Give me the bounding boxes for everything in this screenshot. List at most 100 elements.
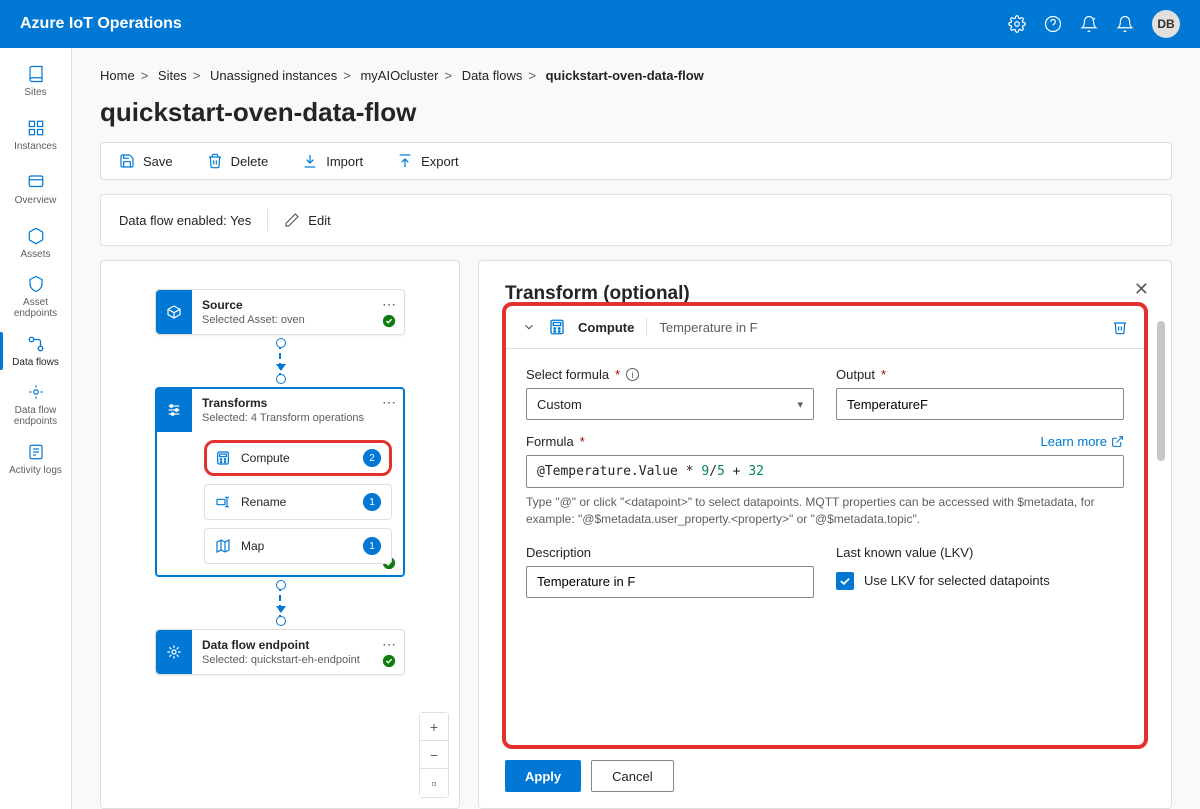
child-label: Rename: [241, 495, 353, 509]
sparkle-bell-icon[interactable]: [1080, 15, 1098, 33]
trash-icon: [207, 153, 223, 169]
page-title: quickstart-oven-data-flow: [100, 97, 1172, 128]
transform-children: Compute 2 Rename 1 Map 1: [156, 432, 404, 576]
close-icon[interactable]: ✕: [1134, 279, 1149, 300]
help-icon[interactable]: [1044, 15, 1062, 33]
output-input[interactable]: [836, 388, 1124, 420]
app-title: Azure IoT Operations: [20, 15, 182, 33]
flow-canvas[interactable]: Source Selected Asset: oven ⋯ Transforms: [100, 260, 460, 809]
map-icon: [215, 538, 231, 554]
learn-more-link[interactable]: Learn more: [1041, 434, 1124, 449]
nav-label: Activity logs: [9, 465, 62, 476]
logs-icon: [27, 443, 45, 461]
nav-data-flow-endpoints[interactable]: Data flow endpoints: [0, 378, 71, 432]
node-subtitle: Selected Asset: oven: [202, 314, 394, 326]
gear-icon[interactable]: [1008, 15, 1026, 33]
lkv-checkbox-row[interactable]: Use LKV for selected datapoints: [836, 572, 1124, 590]
node-subtitle: Selected: 4 Transform operations: [202, 412, 394, 424]
chevron-down-icon[interactable]: [522, 320, 536, 334]
child-label: Map: [241, 539, 353, 553]
select-formula-dropdown[interactable]: Custom ▾: [526, 388, 814, 420]
formula-hint: Type "@" or click "<datapoint>" to selec…: [526, 494, 1124, 529]
lkv-heading: Last known value (LKV): [836, 545, 1124, 560]
edit-button[interactable]: Edit: [284, 212, 330, 228]
crumb-unassigned[interactable]: Unassigned instances: [210, 68, 337, 83]
section-header[interactable]: Compute Temperature in F: [506, 306, 1144, 349]
more-icon[interactable]: ⋯: [382, 296, 396, 313]
flow-icon: [27, 335, 45, 353]
child-map[interactable]: Map 1: [204, 528, 392, 564]
node-title: Data flow endpoint: [202, 638, 394, 652]
nav-label: Sites: [24, 87, 46, 98]
crumb-cluster[interactable]: myAIOcluster: [360, 68, 438, 83]
export-icon: [397, 153, 413, 169]
breadcrumb: Home> Sites> Unassigned instances> myAIO…: [100, 68, 1172, 83]
nav-instances[interactable]: Instances: [0, 108, 71, 162]
nav-sites[interactable]: Sites: [0, 54, 71, 108]
save-button[interactable]: Save: [119, 153, 173, 169]
crumb-home[interactable]: Home: [100, 68, 135, 83]
crumb-current: quickstart-oven-data-flow: [546, 68, 704, 83]
import-button[interactable]: Import: [302, 153, 363, 169]
nav-data-flows[interactable]: Data flows: [0, 324, 71, 378]
formula-label: Formula *: [526, 434, 585, 449]
nav-label: Instances: [14, 141, 57, 152]
node-title: Transforms: [202, 396, 394, 410]
avatar[interactable]: DB: [1152, 10, 1180, 38]
nav-overview[interactable]: Overview: [0, 162, 71, 216]
formula-input[interactable]: @Temperature.Value * 9/5 + 32: [526, 455, 1124, 488]
fit-button[interactable]: ▫: [420, 769, 448, 797]
nav-activity-logs[interactable]: Activity logs: [0, 432, 71, 486]
export-button[interactable]: Export: [397, 153, 459, 169]
panel-scrollbar[interactable]: [1157, 321, 1167, 748]
topbar: Azure IoT Operations DB: [0, 0, 1200, 48]
checkbox-checked-icon[interactable]: [836, 572, 854, 590]
child-compute[interactable]: Compute 2: [204, 440, 392, 476]
tool-label: Save: [143, 154, 173, 169]
description-input[interactable]: [526, 566, 814, 598]
node-transforms[interactable]: Transforms Selected: 4 Transform operati…: [155, 387, 405, 577]
info-icon[interactable]: i: [626, 368, 639, 381]
tool-label: Import: [326, 154, 363, 169]
transform-icon: [156, 388, 192, 432]
canvas-zoom-controls: + − ▫: [419, 712, 449, 798]
nav-label: Data flows: [12, 357, 59, 368]
left-nav: Sites Instances Overview Assets Asset en…: [0, 48, 72, 809]
trash-icon[interactable]: [1112, 319, 1128, 335]
select-value: Custom: [537, 397, 582, 412]
endpoint-icon: [156, 630, 192, 674]
delete-button[interactable]: Delete: [207, 153, 269, 169]
more-icon[interactable]: ⋯: [382, 636, 396, 653]
node-subtitle: Selected: quickstart-eh-endpoint: [202, 654, 394, 666]
crumb-dataflows[interactable]: Data flows: [462, 68, 523, 83]
node-endpoint[interactable]: Data flow endpoint Selected: quickstart-…: [155, 629, 405, 675]
apply-button[interactable]: Apply: [505, 760, 581, 792]
nav-label: Data flow endpoints: [0, 405, 71, 427]
zoom-out-button[interactable]: −: [420, 741, 448, 769]
cancel-button[interactable]: Cancel: [591, 760, 673, 792]
nav-asset-endpoints[interactable]: Asset endpoints: [0, 270, 71, 324]
compute-icon: [548, 318, 566, 336]
child-rename[interactable]: Rename 1: [204, 484, 392, 520]
node-source[interactable]: Source Selected Asset: oven ⋯: [155, 289, 405, 335]
asset-endpoint-icon: [27, 275, 45, 293]
zoom-in-button[interactable]: +: [420, 713, 448, 741]
crumb-sites[interactable]: Sites: [158, 68, 187, 83]
nav-assets[interactable]: Assets: [0, 216, 71, 270]
description-label: Description: [526, 545, 814, 560]
save-icon: [119, 153, 135, 169]
bell-icon[interactable]: [1116, 15, 1134, 33]
topbar-actions: DB: [1008, 10, 1180, 38]
section-desc: Temperature in F: [659, 320, 1100, 335]
count-badge: 1: [363, 537, 381, 555]
more-icon[interactable]: ⋯: [382, 394, 396, 411]
node-title: Source: [202, 298, 394, 312]
rename-icon: [215, 494, 231, 510]
tool-label: Delete: [231, 154, 269, 169]
flow-endpoint-icon: [27, 383, 45, 401]
lkv-checkbox-label: Use LKV for selected datapoints: [864, 573, 1050, 588]
enabled-label: Data flow enabled: Yes: [119, 213, 251, 228]
panel-footer: Apply Cancel: [505, 760, 1145, 792]
import-icon: [302, 153, 318, 169]
infobar: Data flow enabled: Yes Edit: [100, 194, 1172, 246]
